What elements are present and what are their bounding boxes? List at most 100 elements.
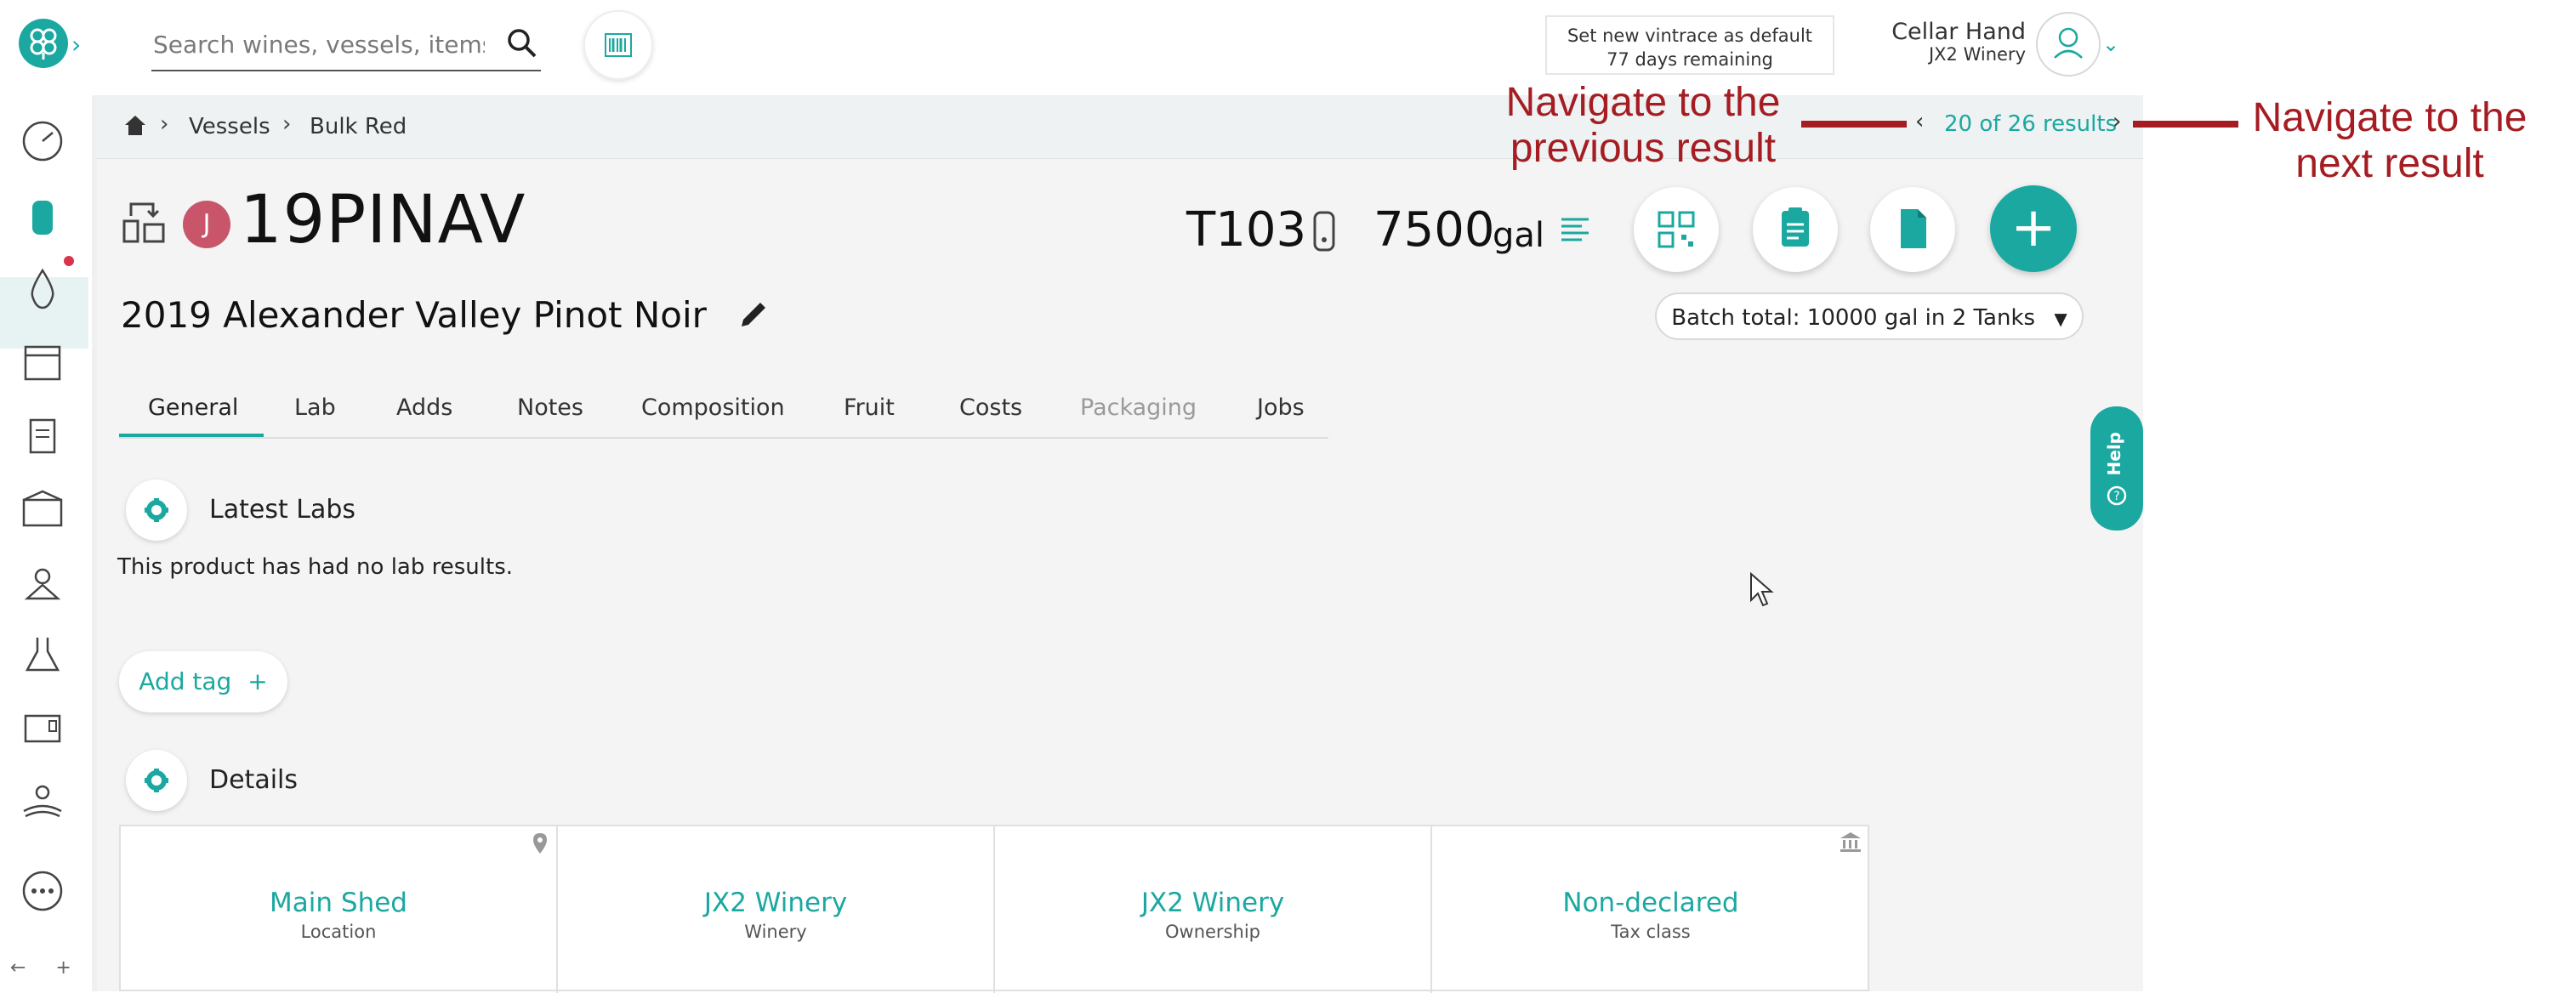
calendar-icon (24, 345, 61, 381)
volume-unit: gal (1493, 216, 1545, 255)
tank-icon (1310, 207, 1339, 257)
svg-text:?: ? (2113, 490, 2119, 503)
plus-icon: + (247, 667, 268, 695)
qr-code-icon (1658, 211, 1695, 248)
add-tag-button[interactable]: Add tag + (119, 651, 287, 712)
tab-fruit[interactable]: Fruit (844, 394, 895, 421)
detail-location[interactable]: Main Shed Location (121, 826, 558, 993)
vessel-volume: 7500 (1373, 202, 1495, 258)
breadcrumb-current: Bulk Red (310, 114, 407, 139)
next-result-icon[interactable]: › (2113, 109, 2121, 134)
tab-costs[interactable]: Costs (959, 394, 1022, 421)
sidebar-more-button[interactable] (17, 865, 68, 916)
sidebar-item-bins[interactable] (17, 702, 68, 753)
details-list-icon[interactable] (1560, 216, 1590, 248)
sidebar-item-calendar[interactable] (17, 337, 68, 388)
gear-icon (145, 769, 168, 792)
home-icon[interactable] (122, 113, 148, 140)
detail-tax-class[interactable]: Non-declared Tax class (1432, 826, 1869, 993)
gauge-icon (22, 121, 63, 162)
sidebar-item-wines[interactable] (17, 264, 68, 315)
clipboard-icon (29, 418, 56, 454)
caret-down-icon: ▼ (2054, 309, 2067, 329)
mouse-cursor-icon (1749, 571, 1774, 612)
clipboard-button[interactable] (1753, 187, 1838, 272)
batch-total-label: Batch total: 10000 gal in 2 Tanks (1671, 305, 2036, 331)
detail-value: JX2 Winery (1140, 888, 1285, 918)
detail-value: Non-declared (1562, 888, 1739, 918)
qr-code-button[interactable] (1634, 187, 1719, 272)
add-tag-label: Add tag (139, 667, 232, 695)
detail-value: JX2 Winery (703, 888, 848, 918)
avatar[interactable] (2036, 12, 2101, 77)
flask-icon (25, 638, 60, 672)
labs-settings-button[interactable] (126, 479, 187, 541)
sidebar-item-vessels[interactable] (17, 192, 68, 243)
plus-icon: + (2010, 196, 2056, 259)
user-org: JX2 Winery (1928, 44, 2026, 65)
sidebar-item-dashboard[interactable] (17, 116, 68, 167)
tab-jobs[interactable]: Jobs (1257, 394, 1305, 421)
detail-value: Main Shed (270, 888, 407, 918)
detail-label: Tax class (1611, 922, 1691, 942)
batch-total-dropdown[interactable]: Batch total: 10000 gal in 2 Tanks ▼ (1655, 292, 2084, 340)
chevron-down-icon[interactable]: ⌄ (2102, 32, 2119, 56)
tab-adds[interactable]: Adds (396, 394, 452, 421)
edit-pencil-icon[interactable] (736, 299, 771, 335)
annotation-next-line (2133, 121, 2238, 128)
map-pin-icon (24, 568, 61, 600)
no-labs-message: This product has had no lab results. (117, 554, 514, 580)
transfer-icon[interactable] (119, 199, 168, 250)
tab-composition[interactable]: Composition (641, 394, 785, 421)
annotation-next: Navigate to the next result (2252, 95, 2528, 186)
detail-winery[interactable]: JX2 Winery Winery (558, 826, 995, 993)
document-button[interactable] (1870, 187, 1955, 272)
sidebar-item-jobs[interactable] (17, 410, 68, 461)
search-box (151, 22, 541, 71)
add-action-button[interactable]: + (1990, 185, 2077, 272)
latest-labs-title: Latest Labs (209, 495, 356, 525)
trial-notice[interactable]: Set new vintrace as default 77 days rema… (1545, 15, 1834, 75)
clipboard-icon (1782, 207, 1809, 247)
tab-lab[interactable]: Lab (294, 394, 336, 421)
annotation-prev: Navigate to the previous result (1505, 80, 1781, 171)
sidebar-item-vineyard[interactable] (17, 775, 68, 826)
drop-icon (31, 268, 54, 309)
chevron-right-icon[interactable]: › (71, 31, 81, 59)
document-icon (1901, 209, 1926, 248)
active-tab-indicator (119, 434, 264, 437)
building-icon (22, 490, 63, 527)
tank-icon (32, 201, 53, 235)
sidebar-item-locations[interactable] (17, 556, 68, 607)
owner-badge: J (183, 201, 230, 248)
tank-code[interactable]: T103 (1186, 202, 1306, 258)
breadcrumb-vessels[interactable]: Vessels (189, 114, 270, 139)
tab-general[interactable]: General (148, 394, 238, 421)
details-grid: Main Shed Location JX2 Winery Winery JX2… (119, 825, 1869, 993)
bank-icon (1839, 830, 1862, 857)
results-counter: 20 of 26 results (1944, 111, 2118, 137)
notice-line-2: 77 days remaining (1606, 49, 1773, 70)
map-pin-icon (531, 831, 549, 859)
sidebar-item-winery[interactable] (17, 483, 68, 534)
vessel-code: 19PINAV (240, 182, 526, 258)
details-title: Details (209, 765, 299, 795)
annotation-prev-line (1801, 121, 1907, 128)
tab-notes[interactable]: Notes (517, 394, 583, 421)
barcode-scan-button[interactable] (583, 10, 653, 80)
detail-label: Ownership (1165, 922, 1260, 942)
user-icon (2054, 27, 2083, 59)
app-logo-icon[interactable] (19, 19, 68, 68)
barcode-icon (605, 33, 632, 57)
notice-line-1: Set new vintrace as default (1567, 26, 1813, 46)
sun-field-icon (23, 785, 62, 818)
tab-packaging: Packaging (1080, 394, 1197, 421)
more-icon (22, 871, 63, 911)
prev-result-icon[interactable]: ‹ (1915, 109, 1924, 134)
detail-ownership[interactable]: JX2 Winery Ownership (995, 826, 1432, 993)
gear-icon (145, 498, 168, 522)
details-settings-button[interactable] (126, 750, 187, 811)
sidebar-item-lab[interactable] (17, 629, 68, 680)
search-icon[interactable] (506, 27, 538, 63)
search-input[interactable] (151, 22, 486, 66)
